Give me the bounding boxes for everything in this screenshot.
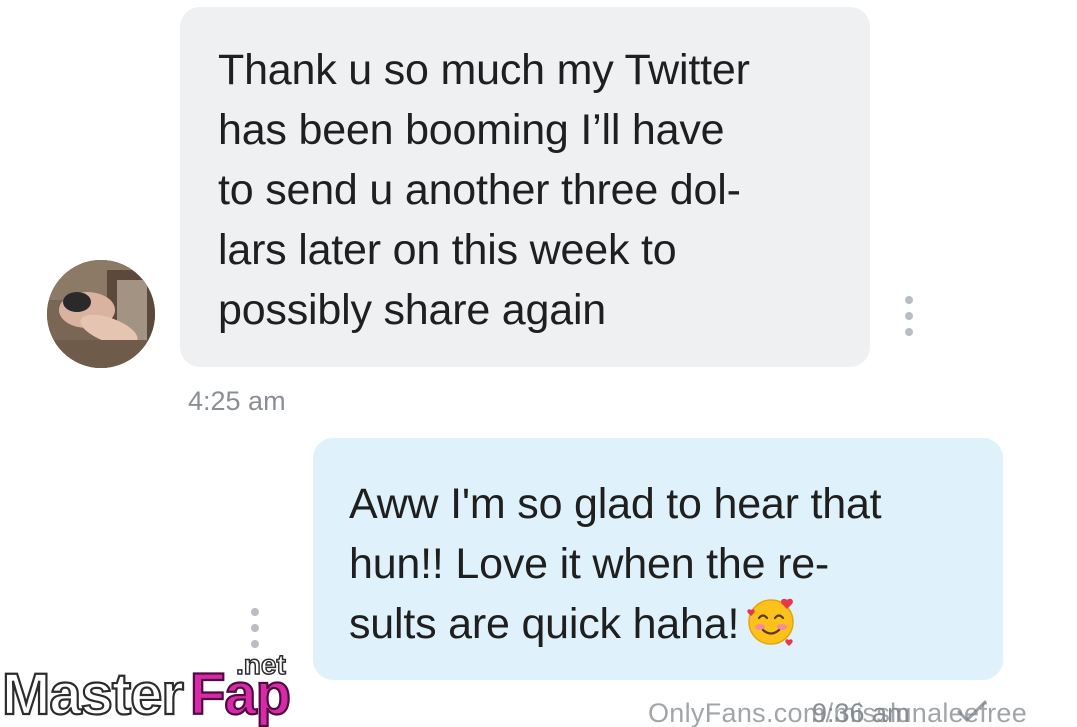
incoming-message-time: 4:25 am: [188, 386, 286, 416]
smiling-face-with-hearts-icon: [745, 596, 797, 664]
outgoing-message-bubble[interactable]: Aww I'm so glad to hear that hun!! Love …: [313, 438, 1003, 680]
onlyfans-watermark: OnlyFans.com/misslunaleefree: [648, 698, 1028, 727]
sender-avatar[interactable]: [47, 260, 155, 368]
incoming-message-text: Thank u so much my Twitter has been boom…: [218, 46, 750, 334]
incoming-message-bubble[interactable]: Thank u so much my Twitter has been boom…: [180, 7, 870, 367]
masterfap-logo-icon: Master Fap .net: [1, 648, 292, 727]
chat-screen: Thank u so much my Twitter has been boom…: [0, 0, 1077, 727]
avatar-photo-icon: [47, 260, 155, 368]
outgoing-message-content: Aww I'm so glad to hear that hun!! Love …: [349, 474, 973, 664]
site-watermark-logo: Master Fap .net: [0, 648, 305, 727]
incoming-message-more-icon[interactable]: [902, 296, 916, 336]
outgoing-message-more-icon[interactable]: [248, 608, 262, 648]
outgoing-message-text: Aww I'm so glad to hear that hun!! Love …: [349, 480, 882, 648]
svg-text:Master: Master: [2, 662, 183, 727]
svg-text:.net: .net: [236, 649, 286, 680]
